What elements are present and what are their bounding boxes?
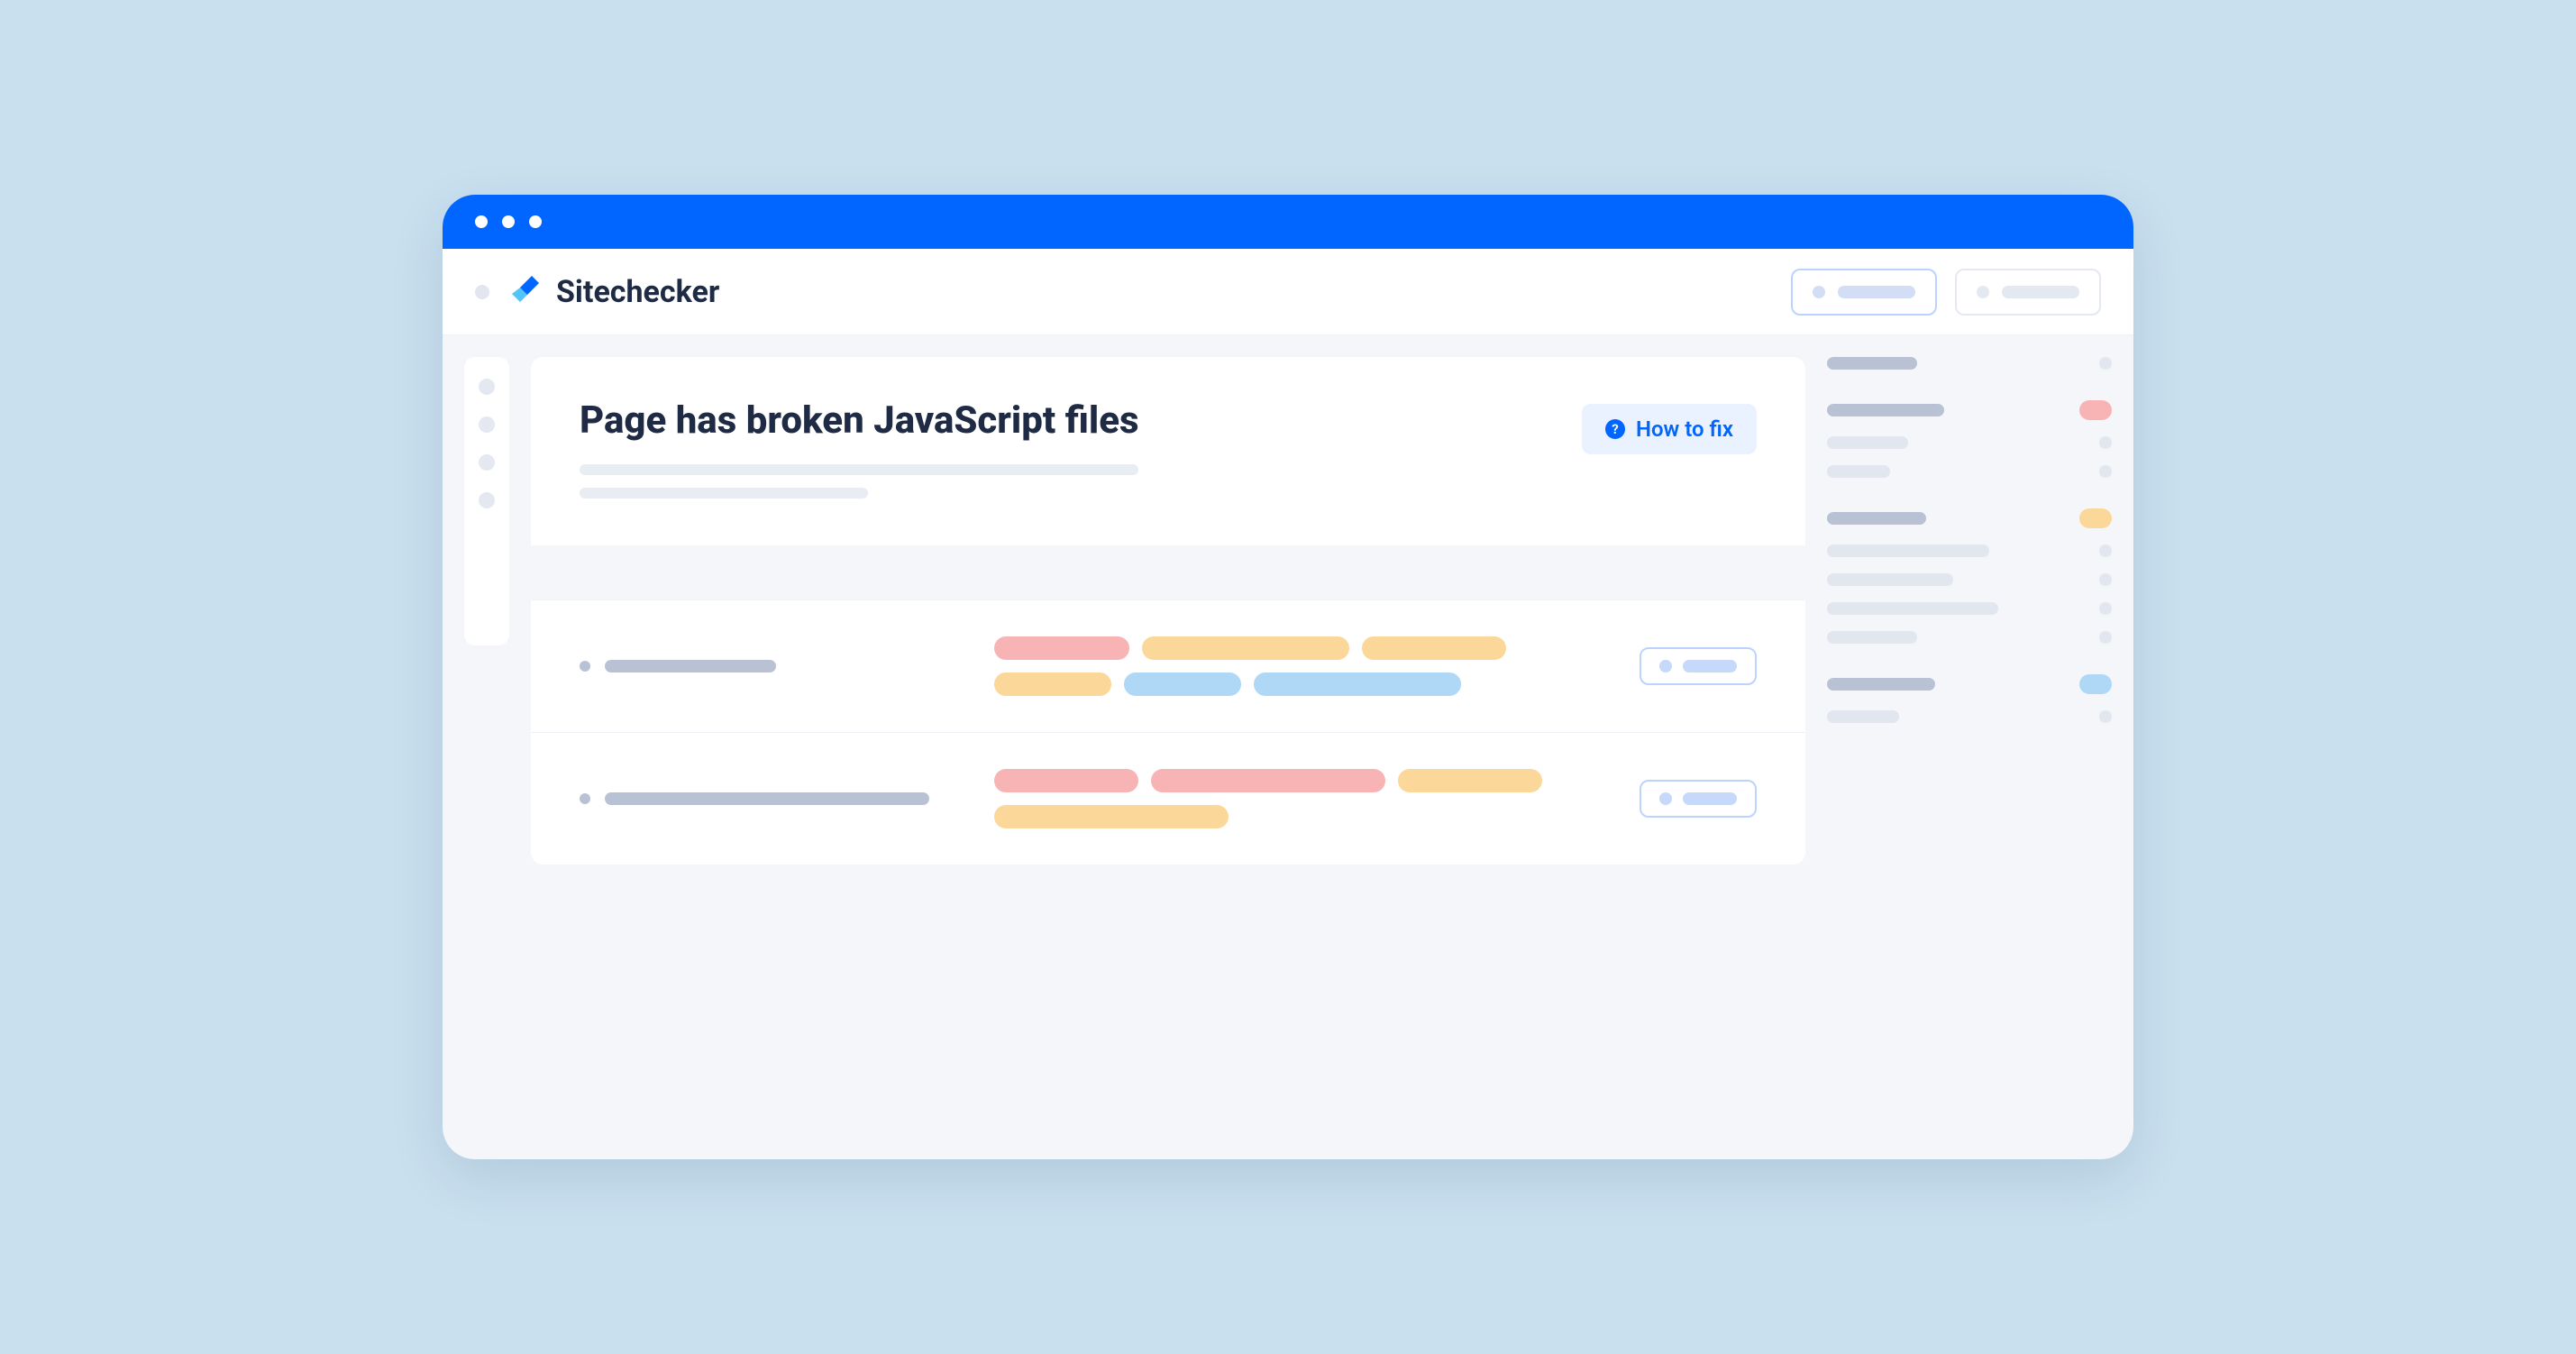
right-panel [1827, 357, 2133, 1159]
row-tags [994, 769, 1603, 828]
filter-item[interactable] [1827, 465, 1890, 478]
filter-count [2099, 631, 2112, 644]
filter-heading [1827, 357, 1917, 370]
tag-chip [994, 769, 1138, 792]
filter-item[interactable] [1827, 544, 1989, 557]
sidebar-nav [464, 357, 509, 645]
header-primary-button[interactable] [1791, 269, 1937, 316]
filter-heading [1827, 404, 1944, 416]
filter-item[interactable] [1827, 602, 1998, 615]
status-pill [2079, 508, 2112, 528]
filter-item[interactable] [1827, 573, 1953, 586]
row-text-placeholder [605, 660, 776, 672]
help-icon: ? [1605, 419, 1625, 439]
window-control-maximize[interactable] [529, 215, 542, 228]
filter-count [2099, 357, 2112, 370]
checkmark-icon [507, 274, 544, 310]
tag-chip [1124, 672, 1241, 696]
placeholder-bar [1838, 286, 1915, 298]
window-titlebar [443, 195, 2133, 249]
status-pill [2079, 674, 2112, 694]
tag-chip [1362, 636, 1506, 660]
tag-chip [1254, 672, 1461, 696]
row-bullet [580, 793, 590, 804]
placeholder-bar [1683, 660, 1737, 672]
sidebar-item[interactable] [479, 416, 495, 433]
tag-chip [1151, 769, 1385, 792]
filter-group [1827, 400, 2112, 478]
table-header-placeholder [531, 545, 1805, 599]
table-row [531, 599, 1805, 732]
filter-item[interactable] [1827, 436, 1908, 449]
tag-chip [994, 805, 1229, 828]
placeholder-dot [1659, 660, 1672, 672]
placeholder-dot [1813, 286, 1825, 298]
filter-count [2099, 602, 2112, 615]
filter-heading [1827, 512, 1926, 525]
tag-chip [1142, 636, 1349, 660]
row-tags [994, 636, 1603, 696]
tag-chip [994, 672, 1111, 696]
filter-count [2099, 544, 2112, 557]
status-pill [2079, 400, 2112, 420]
sidebar-item[interactable] [479, 492, 495, 508]
how-to-fix-label: How to fix [1636, 416, 1733, 442]
content-column: Page has broken JavaScript files ? How t… [531, 357, 1805, 1159]
description-placeholder [580, 488, 868, 499]
row-label [580, 660, 958, 672]
tag-chip [994, 636, 1129, 660]
table-row [531, 732, 1805, 865]
window-control-close[interactable] [475, 215, 488, 228]
issue-card: Page has broken JavaScript files ? How t… [531, 357, 1805, 865]
row-bullet [580, 661, 590, 672]
filter-group [1827, 508, 2112, 644]
row-action-button[interactable] [1640, 780, 1757, 818]
filter-count [2099, 710, 2112, 723]
window-control-minimize[interactable] [502, 215, 515, 228]
filter-heading [1827, 678, 1935, 691]
placeholder-bar [2002, 286, 2079, 298]
tag-chip [1398, 769, 1542, 792]
row-text-placeholder [605, 792, 929, 805]
sidebar-item[interactable] [479, 379, 495, 395]
menu-icon[interactable] [475, 285, 489, 299]
filter-count [2099, 573, 2112, 586]
card-header: Page has broken JavaScript files ? How t… [531, 357, 1805, 545]
issue-title: Page has broken JavaScript files [580, 398, 1560, 443]
placeholder-dot [1977, 286, 1989, 298]
filter-group [1827, 357, 2112, 370]
placeholder-dot [1659, 792, 1672, 805]
row-label [580, 792, 958, 805]
filter-item[interactable] [1827, 631, 1917, 644]
description-placeholder [580, 464, 1138, 475]
filter-count [2099, 436, 2112, 449]
app-body: Page has broken JavaScript files ? How t… [443, 335, 2133, 1159]
app-header: Sitechecker [443, 249, 2133, 335]
main-area: Page has broken JavaScript files ? How t… [531, 357, 2133, 1159]
filter-count [2099, 465, 2112, 478]
header-secondary-button[interactable] [1955, 269, 2101, 316]
filter-item[interactable] [1827, 710, 1899, 723]
how-to-fix-button[interactable]: ? How to fix [1582, 404, 1757, 454]
brand-logo[interactable]: Sitechecker [507, 274, 719, 310]
sidebar-item[interactable] [479, 454, 495, 471]
filter-group [1827, 674, 2112, 723]
row-action-button[interactable] [1640, 647, 1757, 685]
brand-name: Sitechecker [556, 274, 719, 310]
app-window: Sitechecker Page has broken JavaScrip [443, 195, 2133, 1159]
placeholder-bar [1683, 792, 1737, 805]
